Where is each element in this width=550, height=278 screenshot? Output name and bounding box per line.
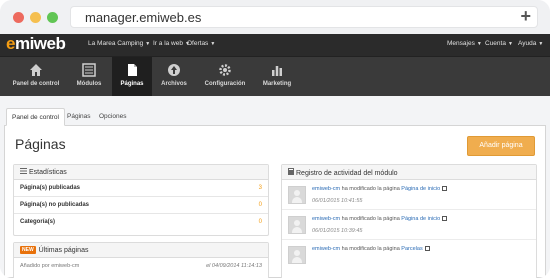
address-bar[interactable]: manager.emiweb.es + xyxy=(70,6,538,28)
list-icon xyxy=(20,168,27,174)
new-badge: NEW xyxy=(20,246,36,254)
activity-panel: Registro de actividad del módulo emiweb-… xyxy=(281,164,537,278)
content-area: Panel de control Páginas Opciones Página… xyxy=(0,96,550,278)
page-link[interactable]: Página de inicio xyxy=(401,216,440,222)
stat-row: Página(s) no publicadas 0 xyxy=(14,197,268,214)
minimize-window-button[interactable] xyxy=(30,12,41,23)
chevron-down-icon: ▼ xyxy=(507,41,513,47)
tab-options[interactable]: Opciones xyxy=(94,108,131,126)
external-link-icon[interactable] xyxy=(442,216,448,221)
stat-row: Categoría(s) 0 xyxy=(20,219,262,225)
page-link[interactable]: Parcelas xyxy=(401,246,422,252)
avatar xyxy=(288,216,306,234)
user-link[interactable]: emiweb-cm xyxy=(312,186,340,192)
activity-entry: emiweb-cm ha modificado la página Página… xyxy=(282,180,536,210)
upload-icon xyxy=(168,64,180,76)
nav-item-settings[interactable]: Configuración xyxy=(196,57,254,97)
activity-header: Registro de actividad del módulo xyxy=(282,165,536,180)
activity-entry: emiweb-cm ha modificado la página Página… xyxy=(282,210,536,240)
user-link[interactable]: emiweb-cm xyxy=(312,216,340,222)
maximize-window-button[interactable] xyxy=(47,12,58,23)
nav-item-dashboard[interactable]: Panel de control xyxy=(6,57,66,97)
grid-icon xyxy=(82,63,96,77)
close-window-button[interactable] xyxy=(13,12,24,23)
bar-chart-icon xyxy=(272,66,282,76)
home-icon xyxy=(30,64,42,76)
latest-pages-header: NEW Últimas páginas xyxy=(14,243,268,258)
avatar xyxy=(288,186,306,204)
new-tab-icon[interactable]: + xyxy=(520,6,531,27)
add-page-button[interactable]: Añadir página xyxy=(467,136,535,156)
gear-icon xyxy=(219,64,231,76)
browser-chrome: manager.emiweb.es + xyxy=(0,0,550,34)
help-menu[interactable]: Ayuda ▼ xyxy=(518,40,543,47)
offers-menu[interactable]: Ofertas ▼ xyxy=(187,40,215,47)
external-link-icon[interactable] xyxy=(424,246,430,251)
visit-site-link[interactable]: Ir a la web ▼ xyxy=(153,40,190,47)
logo[interactable]: emiweb xyxy=(6,34,66,54)
nav-item-pages[interactable]: Páginas xyxy=(112,57,152,97)
nav-item-marketing[interactable]: Marketing xyxy=(254,57,300,97)
activity-entry: emiweb-cm ha modificado la página Parcel… xyxy=(282,240,536,270)
tab-pages[interactable]: Páginas xyxy=(62,108,96,126)
page-title: Páginas xyxy=(15,136,66,152)
stat-row: Página(s) publicadas 3 xyxy=(14,180,268,197)
list-item[interactable]: Añadido por emiweb-cm el 04/09/2014 11:1… xyxy=(14,258,268,274)
page-link[interactable]: Página de inicio xyxy=(401,186,440,192)
nav-item-files[interactable]: Archivos xyxy=(152,57,196,97)
chevron-down-icon: ▼ xyxy=(145,41,151,47)
chevron-down-icon: ▼ xyxy=(210,41,216,47)
page-body: Páginas Añadir página Estadísticas Págin… xyxy=(4,126,546,278)
sub-tabs: Panel de control Páginas Opciones xyxy=(4,108,546,126)
external-link-icon[interactable] xyxy=(442,186,448,191)
chevron-down-icon: ▼ xyxy=(538,41,544,47)
tab-dashboard[interactable]: Panel de control xyxy=(6,108,65,126)
user-link[interactable]: emiweb-cm xyxy=(312,246,340,252)
page-icon xyxy=(128,64,137,76)
app-window: manager.emiweb.es + emiweb La Marea Camp… xyxy=(0,0,550,278)
main-nav: Panel de control Módulos Páginas Archivo… xyxy=(0,56,550,97)
site-selector[interactable]: La Marea Camping ▼ xyxy=(88,40,150,47)
stats-panel: Estadísticas Página(s) publicadas 3 Págin… xyxy=(13,164,269,236)
top-bar: emiweb La Marea Camping ▼ Ir a la web ▼ Of… xyxy=(0,34,550,56)
url-text: manager.emiweb.es xyxy=(85,10,202,25)
chevron-down-icon: ▼ xyxy=(476,41,482,47)
avatar xyxy=(288,246,306,264)
latest-pages-panel: NEW Últimas páginas Añadido por emiweb-cm… xyxy=(13,242,269,278)
book-icon xyxy=(288,168,294,175)
nav-item-modules[interactable]: Módulos xyxy=(66,57,112,97)
messages-menu[interactable]: Mensajes ▼ xyxy=(447,40,482,47)
stats-header: Estadísticas xyxy=(14,165,268,180)
account-menu[interactable]: Cuenta ▼ xyxy=(485,40,513,47)
